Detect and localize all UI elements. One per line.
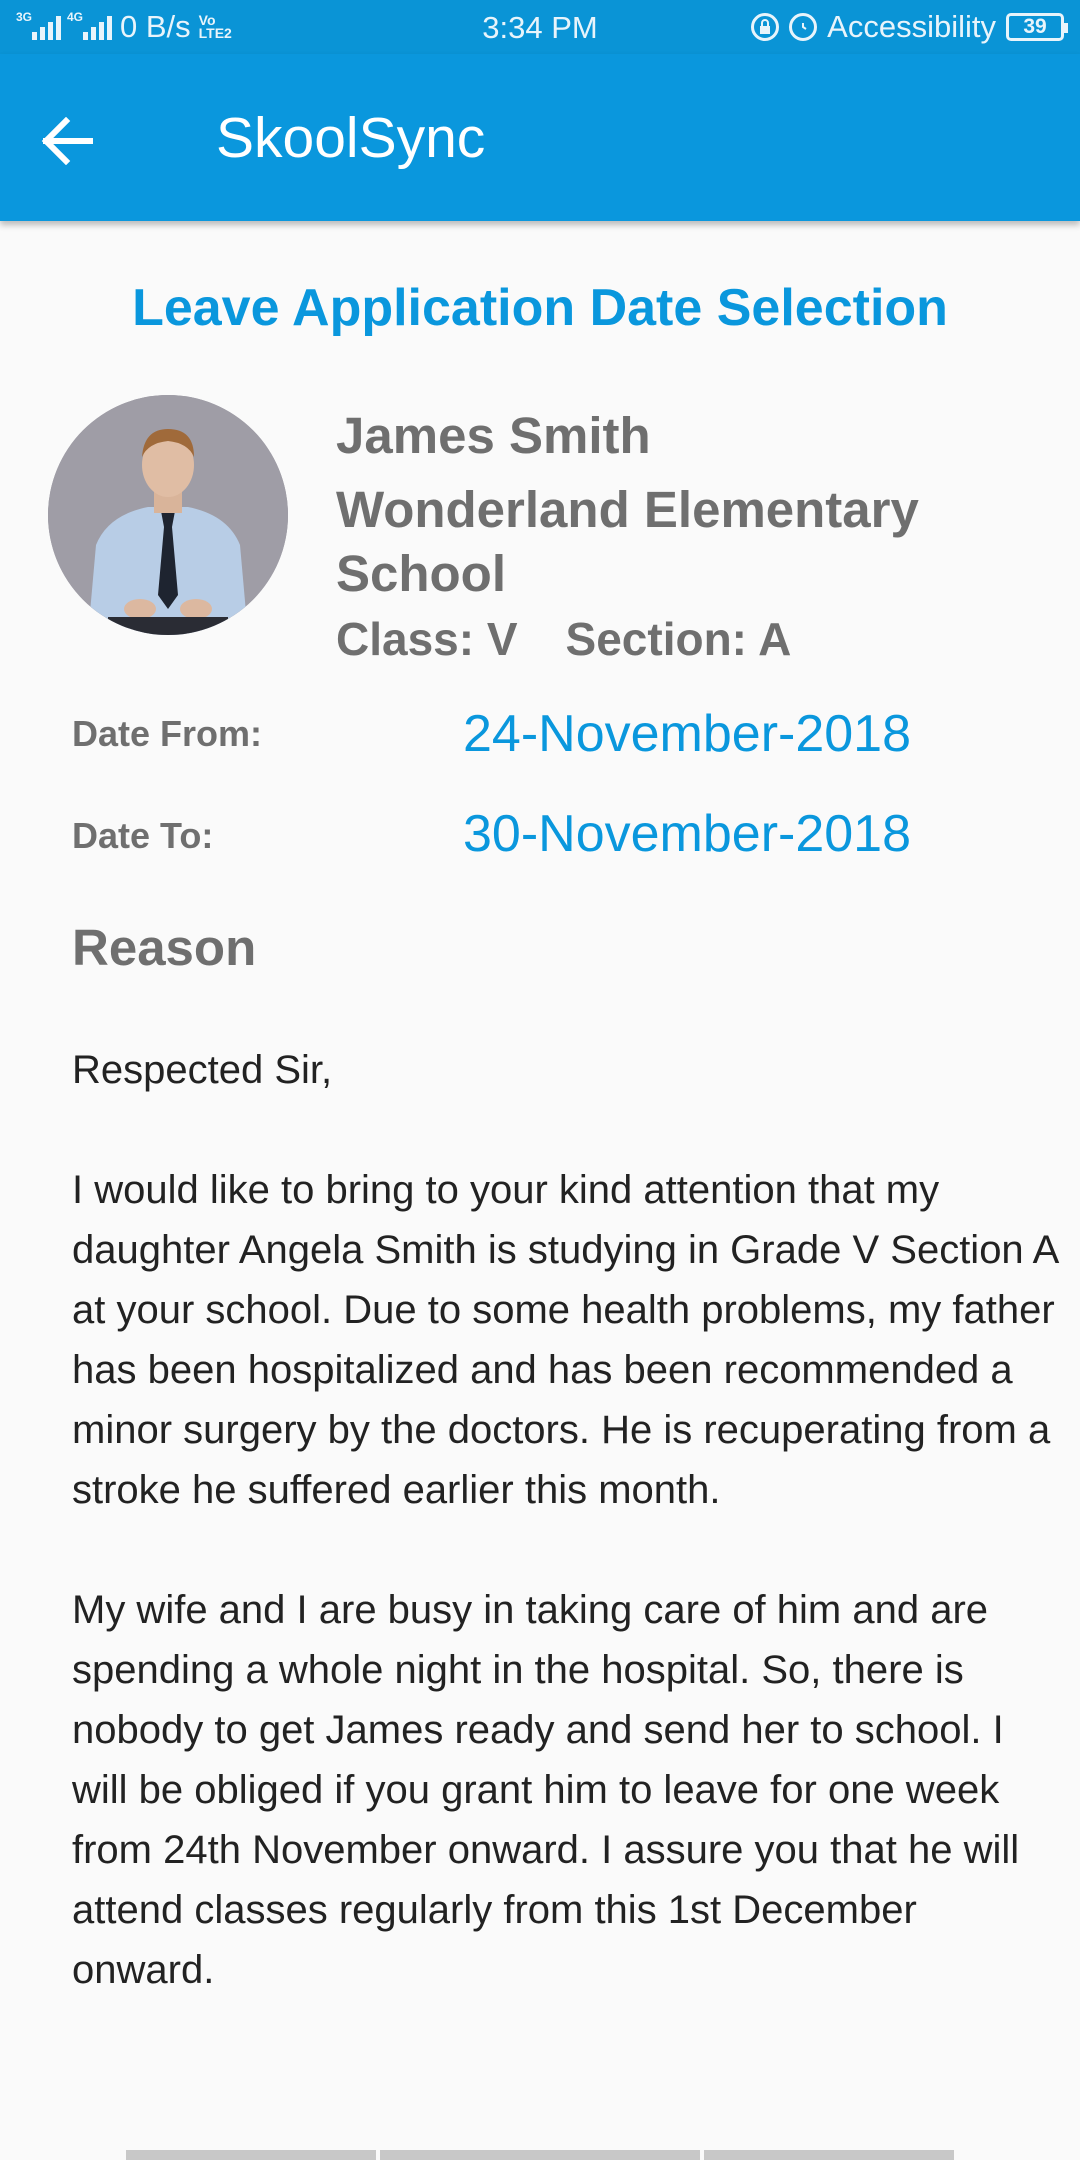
student-name: James Smith xyxy=(336,407,651,464)
date-from-value[interactable]: 24-November-2018 xyxy=(463,704,911,764)
accessibility-label: Accessibility xyxy=(827,9,996,44)
battery-level: 39 xyxy=(1023,15,1047,38)
bottom-button-bar xyxy=(126,2150,954,2160)
bottom-button[interactable] xyxy=(380,2150,700,2160)
status-right: Accessibility 39 xyxy=(751,0,1068,54)
date-to-value[interactable]: 30-November-2018 xyxy=(463,804,911,864)
school-name: Wonderland Elementary School xyxy=(336,481,919,602)
class-section: Class: V Section: A xyxy=(336,612,791,666)
reason-paragraph: I would like to bring to your kind atten… xyxy=(72,1168,1058,1512)
reason-paragraph: My wife and I are busy in taking care of… xyxy=(72,1588,1020,1992)
class-label: Class: V xyxy=(336,613,518,665)
back-button[interactable] xyxy=(40,106,130,176)
status-bar: 3G 4G 0 B/s Vo LTE2 3:34 PM Accessibilit… xyxy=(0,0,1080,54)
bottom-button[interactable] xyxy=(126,2150,376,2160)
date-from-label: Date From: xyxy=(72,713,263,754)
student-avatar xyxy=(48,395,288,635)
student-photo xyxy=(48,395,288,635)
alarm-icon xyxy=(789,13,818,41)
page-title: Leave Application Date Selection xyxy=(132,279,948,337)
reason-greeting: Respected Sir, xyxy=(72,1048,333,1092)
bottom-button[interactable] xyxy=(704,2150,954,2160)
reason-heading: Reason xyxy=(72,919,257,976)
lock-icon xyxy=(751,13,780,41)
battery-icon: 39 xyxy=(1006,13,1068,41)
app-title: SkoolSync xyxy=(216,106,486,170)
section-label: Section: A xyxy=(565,613,792,665)
reason-text: Respected Sir, I would like to bring to … xyxy=(72,1040,1062,2060)
screen: 3G 4G 0 B/s Vo LTE2 3:34 PM Accessibilit… xyxy=(0,0,1080,2160)
app-bar: SkoolSync xyxy=(0,54,1080,221)
date-to-label: Date To: xyxy=(72,815,214,856)
arrow-left-icon xyxy=(41,117,93,165)
